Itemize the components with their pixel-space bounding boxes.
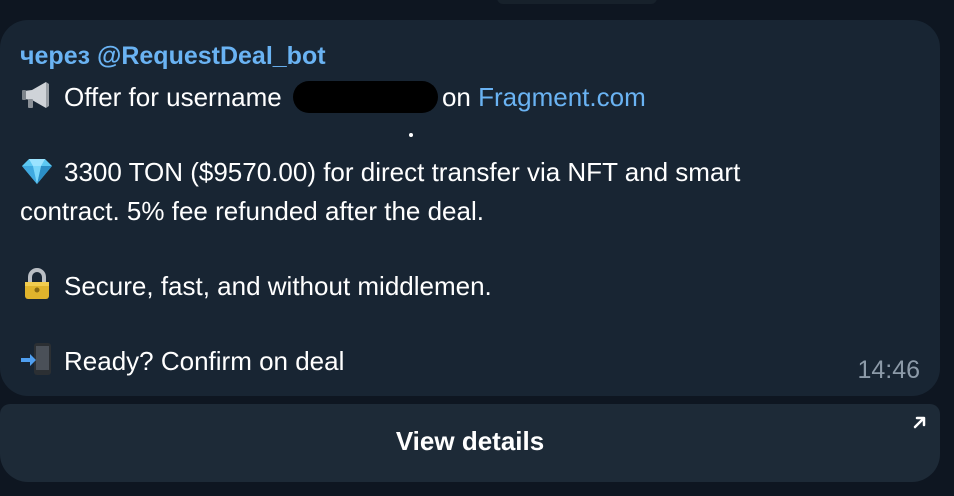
secure-text: Secure, fast, and without middlemen. xyxy=(64,271,492,301)
view-details-button[interactable]: View details xyxy=(0,404,940,482)
gem-icon xyxy=(20,153,54,187)
price-text: 3300 TON ($9570.00) for direct transfer … xyxy=(64,157,741,187)
price-line: 3300 TON ($9570.00) for direct transfer … xyxy=(20,153,740,191)
view-details-label: View details xyxy=(395,426,545,456)
previous-message-edge xyxy=(497,0,657,4)
lock-icon xyxy=(20,267,54,301)
external-arrow-icon xyxy=(913,416,926,429)
offer-line: Offer for username on Fragment.com xyxy=(20,78,646,116)
confirm-text: Ready? Confirm on deal xyxy=(64,346,345,376)
message-time: 14:46 xyxy=(857,356,920,384)
fee-line: contract. 5% fee refunded after the deal… xyxy=(20,196,484,226)
megaphone-icon xyxy=(20,78,54,112)
stray-dot xyxy=(409,133,413,137)
fragment-link[interactable]: Fragment.com xyxy=(478,82,646,112)
phone-arrow-icon xyxy=(20,342,54,376)
on-text: on xyxy=(441,82,471,112)
secure-line: Secure, fast, and without middlemen. xyxy=(20,267,492,305)
via-bot-label[interactable]: через @RequestDeal_bot xyxy=(20,42,326,71)
confirm-line: Ready? Confirm on deal xyxy=(20,342,344,380)
redacted-username xyxy=(292,81,438,113)
offer-text: Offer for username xyxy=(64,82,282,112)
